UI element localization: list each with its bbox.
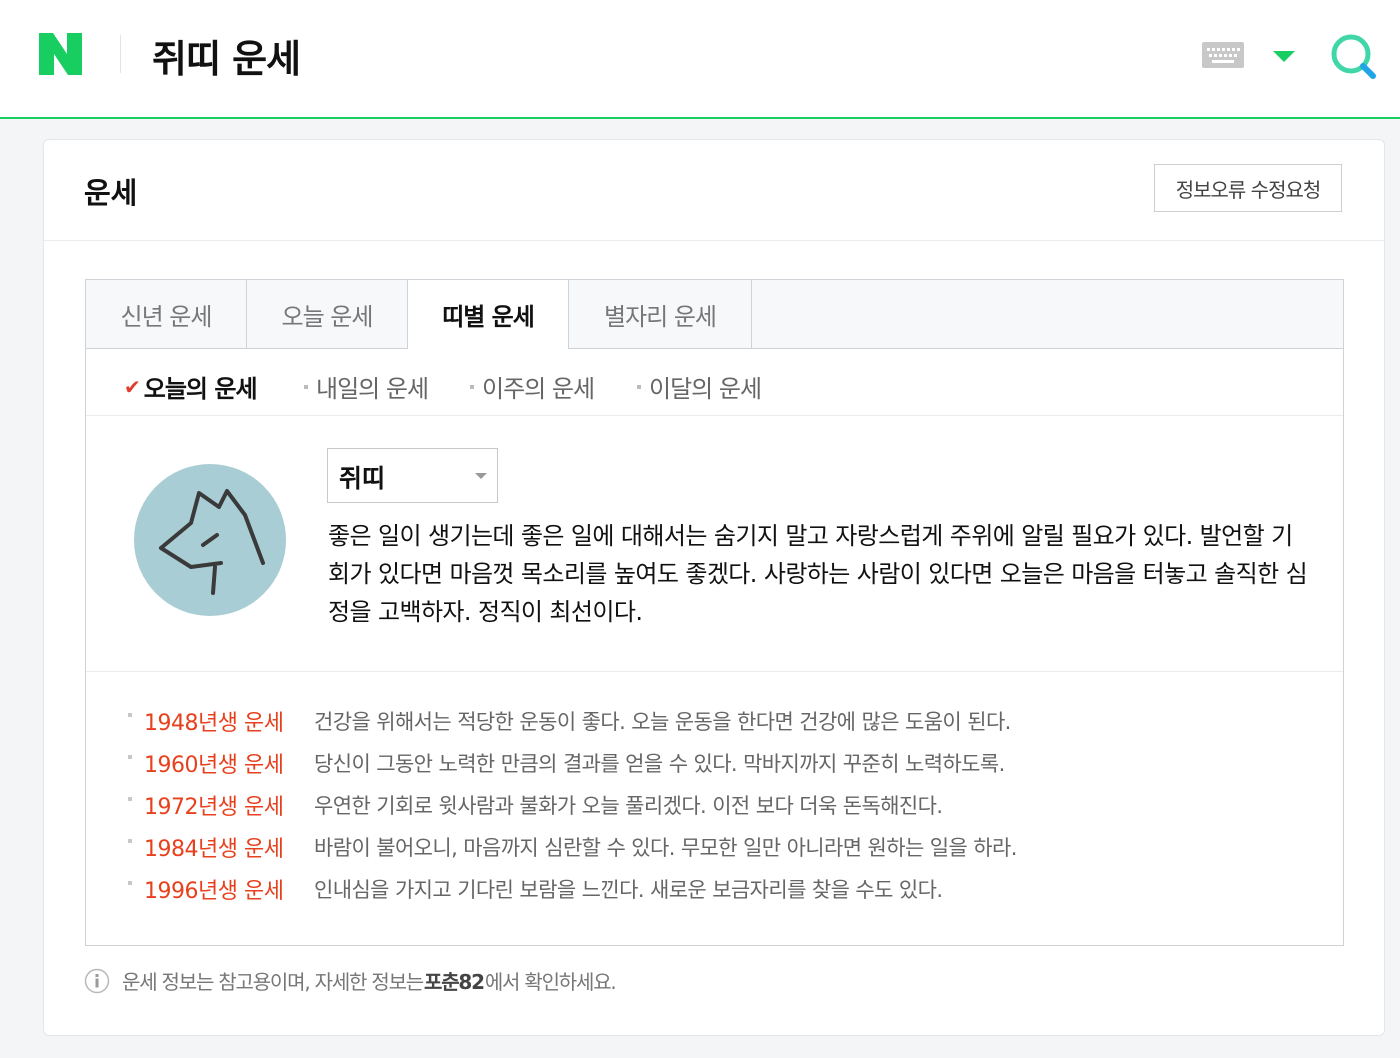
today-fortune-section: 쥐띠 좋은 일이 생기는데 좋은 일에 대해서는 숨기지 말고 자랑스럽게 주위… bbox=[86, 415, 1343, 672]
card-title: 운세 bbox=[84, 176, 138, 210]
list-item: 1984년생 운세 바람이 불어오니, 마음까지 심란할 수 있다. 무모한 일… bbox=[128, 832, 1017, 862]
subtab-this-week-label: 이주의 운세 bbox=[482, 375, 595, 403]
fortune-card: 운세 정보오류 수정요청 신년 운세 오늘 운세 띠별 운세 별자리 운세 ✔ … bbox=[43, 139, 1385, 1036]
year-label: 1948년생 운세 bbox=[144, 711, 284, 736]
list-item: 1960년생 운세 당신이 그동안 노력한 만큼의 결과를 얻을 수 있다. 막… bbox=[128, 748, 1005, 778]
tab-constellation-fortune[interactable]: 별자리 운세 bbox=[569, 280, 752, 348]
list-item: 1972년생 운세 우연한 기회로 윗사람과 불화가 오늘 풀리겠다. 이전 보… bbox=[128, 790, 943, 820]
bullet-icon bbox=[128, 755, 132, 759]
search-query-title: 쥐띠 운세 bbox=[152, 37, 301, 81]
check-icon: ✔ bbox=[124, 374, 141, 399]
naver-logo[interactable] bbox=[36, 30, 86, 78]
note-suffix: 에서 확인하세요. bbox=[484, 970, 617, 994]
caret-down-icon[interactable] bbox=[1270, 46, 1298, 66]
year-desc: 바람이 불어오니, 마음까지 심란할 수 있다. 무모한 일만 아니라면 원하는… bbox=[314, 836, 1017, 860]
year-desc: 인내심을 가지고 기다린 보람을 느낀다. 새로운 보금자리를 찾을 수도 있다… bbox=[314, 878, 943, 902]
header-divider bbox=[120, 35, 121, 73]
bullet-icon bbox=[128, 713, 132, 717]
year-desc: 당신이 그동안 노력한 만큼의 결과를 얻을 수 있다. 막바지까지 꾸준히 노… bbox=[314, 752, 1005, 776]
keyboard-icon[interactable] bbox=[1202, 42, 1244, 68]
chevron-down-icon bbox=[475, 473, 487, 479]
sub-tabs: ✔ 오늘의 운세 내일의 운세 이주의 운세 이달의 운세 bbox=[86, 349, 1343, 416]
subtab-tomorrow[interactable]: 내일의 운세 bbox=[304, 369, 429, 404]
bullet-icon bbox=[128, 839, 132, 843]
tab-zodiac-animal-fortune[interactable]: 띠별 운세 bbox=[408, 280, 569, 349]
subtab-this-week[interactable]: 이주의 운세 bbox=[470, 369, 595, 404]
info-icon bbox=[84, 968, 110, 993]
list-item: 1948년생 운세 건강을 위해서는 적당한 운동이 좋다. 오늘 운동을 한다… bbox=[128, 706, 1011, 736]
list-item: 1996년생 운세 인내심을 가지고 기다린 보람을 느낀다. 새로운 보금자리… bbox=[128, 874, 943, 904]
bullet-icon bbox=[304, 384, 308, 389]
subtab-today[interactable]: ✔ 오늘의 운세 bbox=[124, 369, 258, 404]
main-tabs: 신년 운세 오늘 운세 띠별 운세 별자리 운세 bbox=[86, 280, 1343, 349]
year-label: 1984년생 운세 bbox=[144, 837, 284, 862]
year-label: 1960년생 운세 bbox=[144, 753, 284, 778]
subtab-this-month[interactable]: 이달의 운세 bbox=[637, 369, 762, 404]
bullet-icon bbox=[470, 384, 474, 389]
year-desc: 건강을 위해서는 적당한 운동이 좋다. 오늘 운동을 한다면 건강에 많은 도… bbox=[314, 710, 1011, 734]
year-label: 1996년생 운세 bbox=[144, 879, 284, 904]
card-header: 운세 정보오류 수정요청 bbox=[44, 140, 1384, 241]
bullet-icon bbox=[128, 881, 132, 885]
report-error-button[interactable]: 정보오류 수정요청 bbox=[1154, 164, 1342, 212]
fortune82-link[interactable]: 포춘82 bbox=[424, 966, 485, 995]
rat-icon bbox=[134, 464, 286, 616]
fortune-text: 좋은 일이 생기는데 좋은 일에 대해서는 숨기지 말고 자랑스럽게 주위에 알… bbox=[328, 522, 1308, 626]
fortune-panel: 신년 운세 오늘 운세 띠별 운세 별자리 운세 ✔ 오늘의 운세 내일의 운세… bbox=[85, 279, 1344, 946]
subtab-tomorrow-label: 내일의 운세 bbox=[316, 375, 429, 403]
tab-today-fortune[interactable]: 오늘 운세 bbox=[247, 280, 408, 348]
top-bar: 쥐띠 운세 bbox=[0, 0, 1400, 119]
note-prefix: 운세 정보는 참고용이며, 자세한 정보는 bbox=[122, 970, 424, 994]
search-icon[interactable] bbox=[1328, 32, 1380, 82]
zodiac-select-value: 쥐띠 bbox=[339, 464, 386, 493]
subtab-today-label: 오늘의 운세 bbox=[143, 375, 258, 403]
tab-new-year-fortune[interactable]: 신년 운세 bbox=[86, 280, 247, 348]
subtab-this-month-label: 이달의 운세 bbox=[649, 375, 762, 403]
year-desc: 우연한 기회로 윗사람과 불화가 오늘 풀리겠다. 이전 보다 더욱 돈독해진다… bbox=[314, 794, 943, 818]
zodiac-select[interactable]: 쥐띠 bbox=[327, 448, 498, 503]
info-note: 운세 정보는 참고용이며, 자세한 정보는 포춘82 에서 확인하세요. bbox=[84, 966, 617, 995]
bullet-icon bbox=[128, 797, 132, 801]
year-label: 1972년생 운세 bbox=[144, 795, 284, 820]
bullet-icon bbox=[637, 384, 641, 389]
year-fortune-list: 1948년생 운세 건강을 위해서는 적당한 운동이 좋다. 오늘 운동을 한다… bbox=[86, 671, 1343, 945]
